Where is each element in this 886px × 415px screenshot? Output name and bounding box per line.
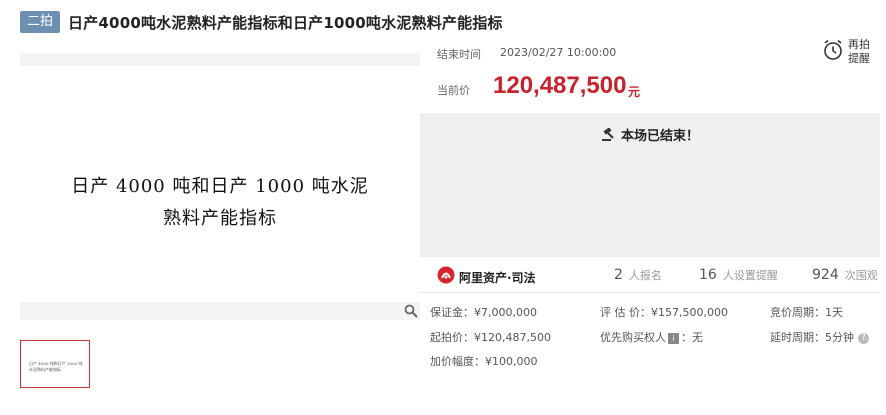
image-text-line2: 熟料产能指标: [163, 208, 277, 229]
signup-stat: 2 人报名: [614, 267, 662, 283]
end-time-label: 结束时间: [437, 48, 481, 61]
views-stat: 924 次围观: [812, 267, 878, 283]
remind-count: 16: [699, 267, 717, 283]
increment-info: 加价幅度：¥100,000: [430, 355, 538, 368]
remind-stat: 16 人设置提醒: [699, 267, 778, 283]
views-count: 924: [812, 267, 839, 283]
gallery-top-bar: [20, 53, 420, 66]
main-image[interactable]: 日产 4000 吨和日产 1000 吨水泥 熟料产能指标: [20, 66, 420, 301]
current-price-value: 120,487,500: [493, 72, 627, 99]
extension-info: 延时周期：5分钟?: [770, 329, 869, 345]
start-price-info: 起拍价：¥120,487,500: [430, 331, 551, 344]
title-row: 二拍 日产4000吨水泥熟料产能指标和日产1000吨水泥熟料产能指标: [20, 10, 503, 34]
brand-name: 阿里资产·司法: [459, 270, 536, 285]
brand-logo[interactable]: 阿里资产·司法: [437, 266, 536, 288]
auction-ended-notice: 本场已结束！: [420, 125, 880, 146]
views-label: 次围观: [844, 269, 878, 282]
gavel-icon: [601, 126, 617, 146]
signup-label: 人报名: [628, 269, 662, 282]
divider: [420, 292, 880, 293]
appraisal-info: 评 估 价：¥157,500,000: [600, 306, 728, 319]
gallery-bar: [20, 302, 420, 320]
page-title: 日产4000吨水泥熟料产能指标和日产1000吨水泥熟料产能指标: [68, 13, 503, 32]
auction-ended-panel: 本场已结束！: [420, 113, 880, 257]
priority-value: ：无: [681, 331, 703, 344]
extension-text: 延时周期：5分钟: [770, 331, 854, 344]
priority-label: 优先购买权人: [600, 331, 666, 344]
auction-ended-text: 本场已结束！: [620, 129, 699, 144]
deposit-info: 保证金：¥7,000,000: [430, 306, 537, 319]
signup-count: 2: [614, 267, 623, 283]
remind-label: 人设置提醒: [722, 269, 778, 282]
thumbnail[interactable]: 日产 4000 吨和日产 1000 吨水泥熟料产能指标: [20, 340, 90, 388]
current-price-label: 当前价: [437, 84, 470, 97]
zoom-icon[interactable]: [402, 302, 420, 320]
priority-info: 优先购买权人 i ：无: [600, 329, 703, 345]
remind-line1: 再拍: [848, 38, 870, 51]
ali-assets-icon: [437, 266, 455, 288]
end-time-value: 2023/02/27 10:00:00: [500, 46, 617, 59]
help-icon[interactable]: ?: [858, 332, 869, 344]
cycle-info: 竞价周期：1天: [770, 306, 843, 319]
remind-line2: 提醒: [848, 52, 870, 65]
remind-button[interactable]: 再拍 提醒: [822, 38, 870, 66]
price-unit: 元: [628, 85, 641, 99]
thumbnail-text: 日产 4000 吨和日产 1000 吨水泥熟料产能指标: [29, 361, 83, 372]
round-badge: 二拍: [20, 11, 61, 33]
alarm-clock-icon: [822, 38, 844, 66]
image-text-line1: 日产 4000 吨和日产 1000 吨水泥: [71, 176, 369, 197]
info-badge-icon[interactable]: i: [668, 332, 679, 344]
